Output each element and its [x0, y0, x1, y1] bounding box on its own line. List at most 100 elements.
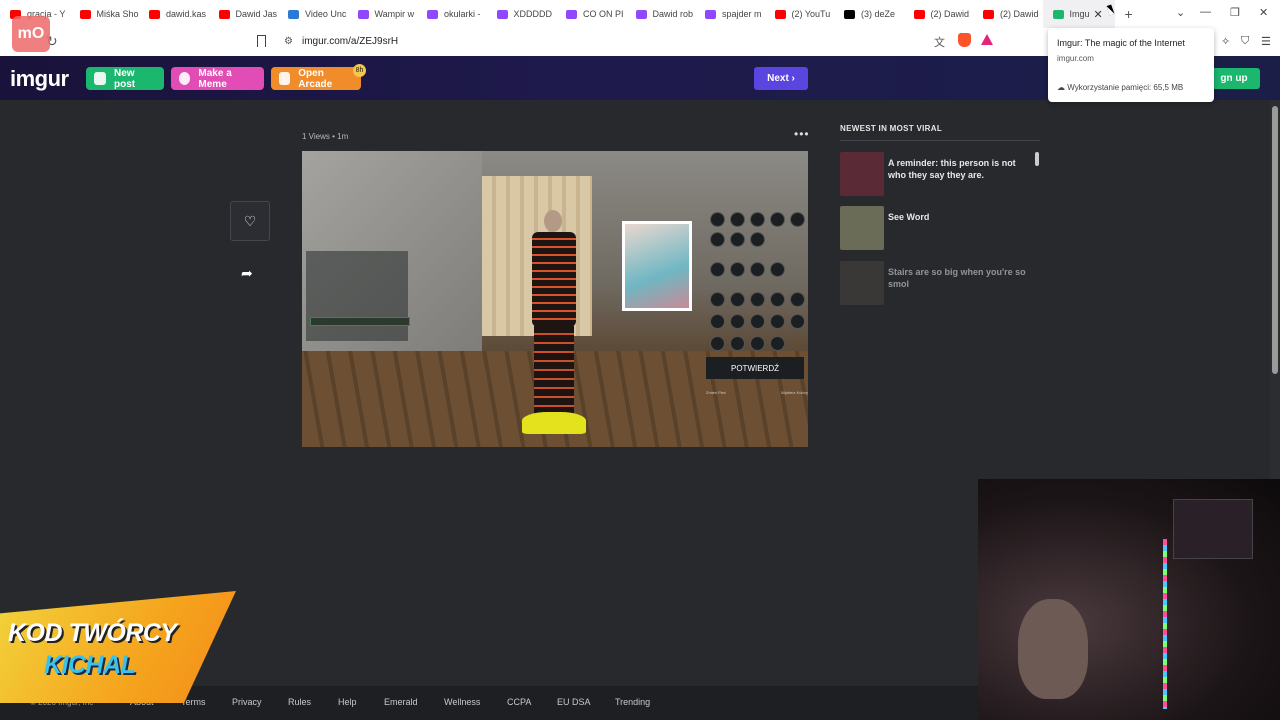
webcam-led-strip — [1163, 539, 1167, 709]
gamepad-icon — [279, 72, 291, 85]
tab-favicon-icon — [357, 9, 369, 19]
minimize-icon[interactable]: — — [1200, 6, 1211, 18]
sidebar-title: NEWEST IN MOST VIRAL — [840, 124, 942, 133]
tab-close-icon[interactable]: ✕ — [1094, 8, 1103, 21]
translate-icon[interactable]: 文 — [934, 34, 945, 50]
vpn-icon[interactable]: ⛉ — [1241, 35, 1249, 48]
tab-favicon-icon — [79, 9, 91, 19]
next-button[interactable]: Next › — [754, 67, 808, 90]
browser-tab[interactable]: Miśka Sho — [70, 0, 140, 28]
tab-label: (2) YouTu — [791, 9, 831, 19]
promo-line-2: KICHAL — [44, 651, 136, 679]
browser-tab[interactable]: dawid.kas — [139, 0, 209, 28]
imgur-logo[interactable]: imgur — [10, 66, 69, 92]
tab-favicon-icon — [496, 9, 508, 19]
browser-tab[interactable]: Dawid rob — [626, 0, 696, 28]
sidebar-thumbnail — [840, 206, 884, 250]
sidebar-post-item[interactable]: Stairs are so big when you're so smol — [840, 261, 1040, 305]
tab-favicon-icon — [705, 9, 716, 19]
browser-tab[interactable]: CO ON PI — [556, 0, 626, 28]
new-post-button[interactable]: New post — [86, 67, 164, 90]
browser-tab[interactable]: (2) YouTu — [765, 0, 835, 28]
tab-label: XDDDDD — [513, 9, 553, 19]
footer-link[interactable]: CCPA — [507, 697, 531, 707]
webcam-shelf — [1173, 499, 1253, 559]
sidebar-divider — [840, 140, 1040, 141]
brave-shield-icon[interactable] — [958, 33, 971, 47]
browser-tab[interactable]: XDDDDD — [487, 0, 557, 28]
menu-icon[interactable]: ☰ — [1261, 35, 1271, 48]
hover-card-domain: imgur.com — [1057, 54, 1094, 63]
url-field[interactable]: imgur.com/a/ZEJ9srH — [302, 36, 398, 47]
game-character — [514, 206, 594, 436]
tab-favicon-icon — [427, 9, 438, 19]
outfit-icons-grid — [704, 206, 808, 356]
tab-list-icon[interactable]: ⌄ — [1176, 6, 1185, 19]
footer-link[interactable]: Emerald — [384, 697, 418, 707]
favorite-button[interactable]: ♡ — [230, 201, 270, 241]
browser-tab[interactable]: Dawid Jas — [209, 0, 279, 28]
footer-link[interactable]: Privacy — [232, 697, 262, 707]
extensions-icon[interactable]: ✧ — [1221, 35, 1230, 48]
sidebar-post-title: Stairs are so big when you're so smol — [888, 267, 1026, 289]
site-settings-icon[interactable]: ⚙ — [284, 36, 293, 47]
browser-tab-active[interactable]: Imgu ✕ — [1042, 0, 1115, 28]
tab-label: (3) deZe — [861, 9, 896, 19]
sidebar-post-title: A reminder: this person is not who they … — [888, 158, 1016, 180]
scrollbar-thumb[interactable] — [1272, 106, 1278, 374]
webcam-overlay — [978, 479, 1280, 720]
streamer-logo: mO — [12, 16, 50, 52]
bookmark-icon[interactable] — [257, 35, 266, 47]
footer-link[interactable]: EU DSA — [557, 697, 591, 707]
tab-label: Dawid Jas — [235, 9, 278, 19]
browser-tab[interactable]: Wampir w — [348, 0, 418, 28]
tab-favicon-icon — [566, 9, 577, 19]
browser-tab[interactable]: (3) deZe — [834, 0, 904, 28]
tab-label: Miśka Sho — [96, 9, 139, 19]
sidebar-thumbnail — [840, 261, 884, 305]
sidebar-scrollbar[interactable] — [1035, 152, 1039, 166]
restore-icon[interactable]: ❐ — [1230, 6, 1240, 19]
tab-favicon-icon — [983, 9, 994, 19]
tab-label: CO ON PI — [583, 9, 624, 19]
tab-strip: gracja - Y Miśka Sho dawid.kas Dawid Jas Vid… — [0, 0, 1280, 28]
webcam-person — [1018, 599, 1088, 699]
share-icon[interactable]: ➦ — [241, 265, 253, 282]
browser-tab[interactable]: Video Unc — [278, 0, 348, 28]
hover-card-title: Imgur: The magic of the Internet — [1057, 38, 1185, 48]
hover-card-memory: ☁ Wykorzystanie pamięci: 65,5 MB — [1057, 83, 1184, 92]
tab-favicon-icon — [288, 9, 299, 19]
browser-tab[interactable]: spajder m — [695, 0, 765, 28]
memory-icon: ☁ — [1057, 83, 1068, 92]
browser-tab[interactable]: (2) Dawid — [904, 0, 974, 28]
more-options-icon[interactable]: ••• — [794, 127, 810, 141]
sidebar-post-title: See Word — [888, 212, 930, 222]
open-arcade-button[interactable]: Open Arcade — [271, 67, 361, 90]
make-meme-button[interactable]: Make a Meme — [171, 67, 264, 90]
footer-link[interactable]: Help — [338, 697, 357, 707]
tab-label: spajder m — [722, 9, 762, 19]
footer-link[interactable]: Trending — [615, 697, 650, 707]
browser-tab[interactable]: okularki - — [417, 0, 487, 28]
footer-link[interactable]: Rules — [288, 697, 311, 707]
browser-tab[interactable]: (2) Dawid — [973, 0, 1043, 28]
arcade-badge: 8h — [353, 64, 366, 77]
footer-link[interactable]: Wellness — [444, 697, 480, 707]
promo-line-1: KOD TWÓRCY — [8, 619, 177, 647]
tab-favicon-icon — [149, 9, 160, 19]
tab-favicon-icon — [635, 9, 647, 19]
tab-label: (2) Dawid — [1000, 9, 1039, 19]
tab-favicon-icon — [774, 9, 786, 19]
window-close-icon[interactable]: ✕ — [1259, 6, 1268, 19]
game-confirm-button: POTWIERDŹ — [706, 357, 804, 379]
sidebar-post-item[interactable]: A reminder: this person is not who they … — [840, 152, 1040, 196]
sign-up-button[interactable]: gn up — [1208, 68, 1260, 89]
post-image[interactable]: POTWIERDŹ Zmień Płeć Wybierz Kolory — [302, 151, 808, 447]
tab-label: Wampir w — [374, 9, 415, 19]
tab-label: Imgu — [1069, 9, 1090, 19]
brave-rewards-icon[interactable] — [981, 34, 993, 45]
sidebar-post-item[interactable]: See Word — [840, 206, 1040, 250]
new-tab-button[interactable]: + — [1125, 6, 1133, 22]
sidebar-thumbnail — [840, 152, 884, 196]
game-sub-labels: Zmień Płeć Wybierz Kolory — [706, 390, 808, 395]
